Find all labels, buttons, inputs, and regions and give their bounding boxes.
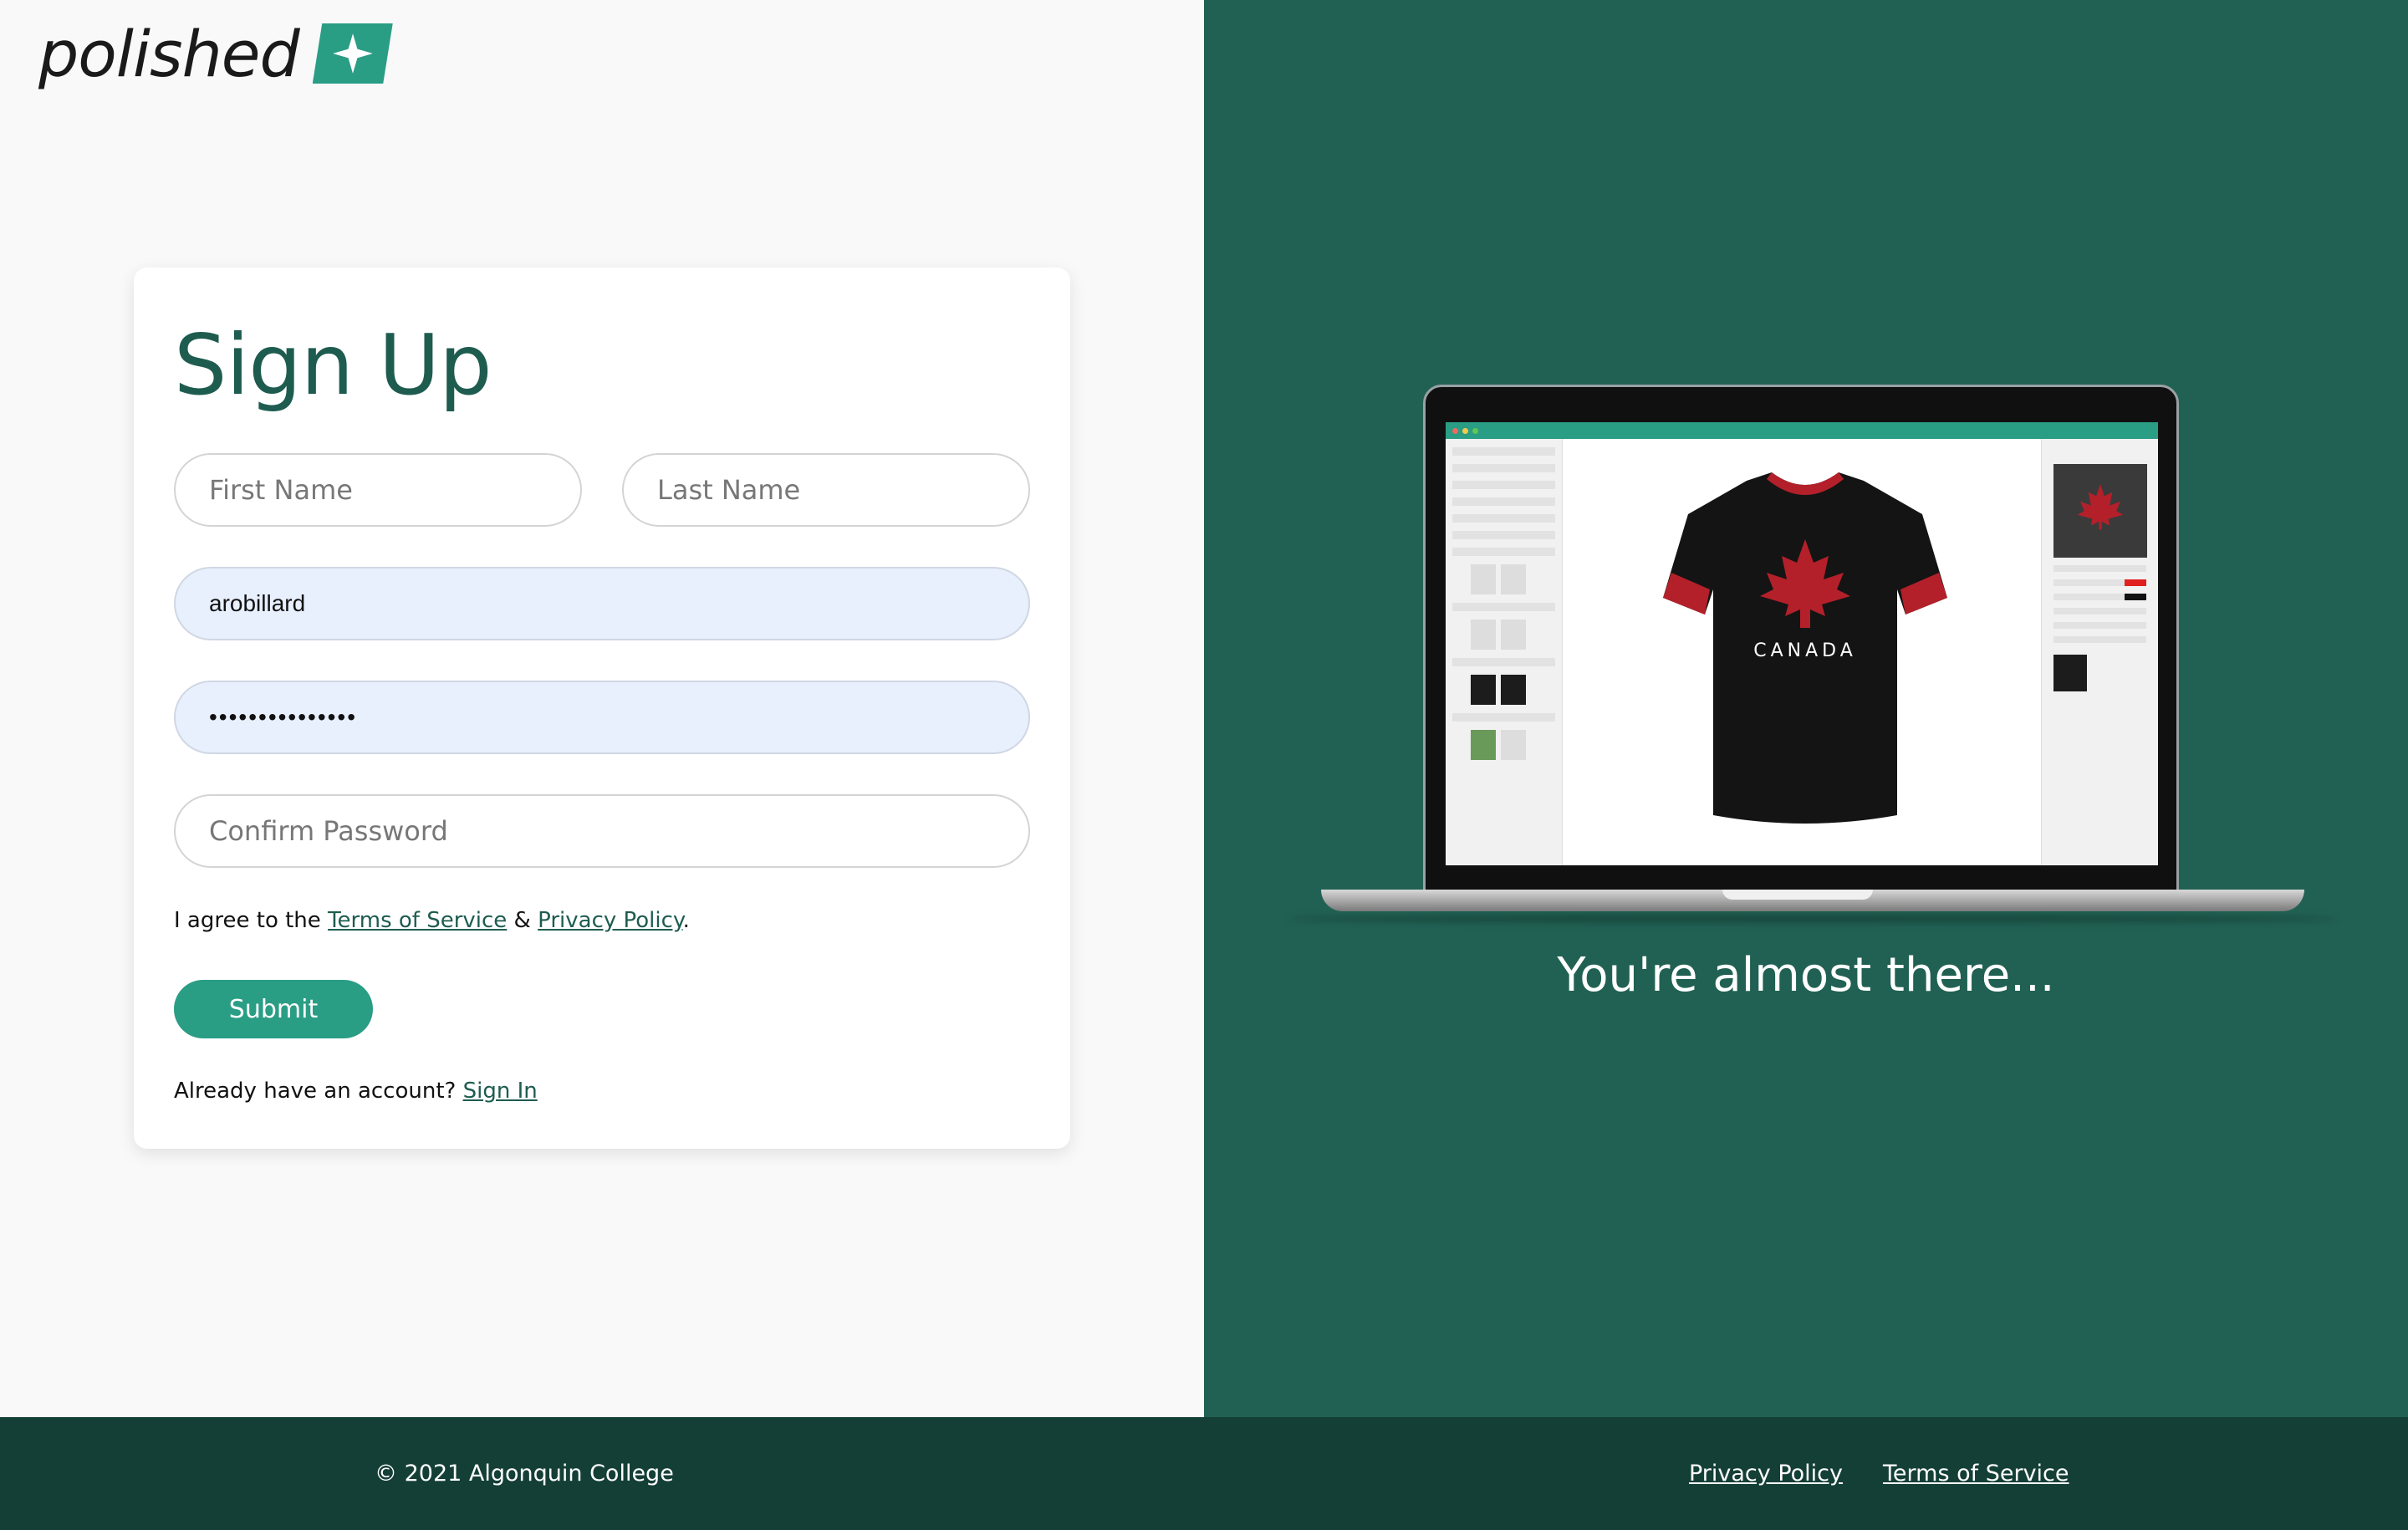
footer-privacy-link[interactable]: Privacy Policy xyxy=(1689,1417,1843,1530)
logo-text: polished xyxy=(38,16,300,91)
signin-prompt: Already have an account? Sign In xyxy=(174,1079,538,1104)
laptop-illustration: CANADA xyxy=(1288,385,2338,923)
privacy-link[interactable]: Privacy Policy xyxy=(538,908,682,933)
laptop-shadow xyxy=(1288,915,2338,923)
agree-prefix: I agree to the xyxy=(174,908,329,933)
signup-card: Sign Up First Name Last Name arobillard … xyxy=(134,268,1070,1149)
signin-prompt-text: Already have an account? xyxy=(174,1079,463,1104)
submit-button[interactable]: Submit xyxy=(174,980,373,1038)
footer-terms-link[interactable]: Terms of Service xyxy=(1883,1417,2069,1530)
last-name-input[interactable]: Last Name xyxy=(622,453,1030,527)
footer-links: Privacy Policy Terms of Service xyxy=(1689,1417,2069,1530)
sparkle-icon xyxy=(312,23,393,84)
agree-suffix: . xyxy=(682,908,690,933)
laptop-notch xyxy=(1722,890,1873,900)
confirm-password-input[interactable]: Confirm Password xyxy=(174,794,1030,868)
app-brand-builder xyxy=(2041,439,2158,865)
copyright: © 2021 Algonquin College xyxy=(375,1461,674,1487)
brand-logo-preview xyxy=(2053,464,2147,558)
app-screenshot: CANADA xyxy=(1446,422,2158,865)
hero-tagline: You're almost there... xyxy=(1557,948,2055,1002)
hero-panel: CANADA You're almost there... xyxy=(1204,0,2408,1417)
first-name-input[interactable]: First Name xyxy=(174,453,582,527)
logo[interactable]: polished xyxy=(38,16,393,91)
app-titlebar xyxy=(1446,422,2158,439)
jersey-text: CANADA xyxy=(1753,640,1857,661)
password-input[interactable]: ••••••••••••••• xyxy=(174,681,1030,754)
footer: © 2021 Algonquin College Privacy Policy … xyxy=(0,1417,2408,1530)
jersey-icon: CANADA xyxy=(1663,472,1947,824)
agree-and: & xyxy=(507,908,538,933)
signup-panel: polished Sign Up First Name Last Name ar… xyxy=(0,0,1204,1417)
laptop-screen: CANADA xyxy=(1423,385,2179,893)
username-input[interactable]: arobillard xyxy=(174,567,1030,640)
page-title: Sign Up xyxy=(174,316,492,414)
terms-agreement: I agree to the Terms of Service & Privac… xyxy=(174,908,690,933)
signin-link[interactable]: Sign In xyxy=(463,1079,538,1104)
terms-link[interactable]: Terms of Service xyxy=(328,908,507,933)
app-design-sidebar xyxy=(1446,439,1563,865)
